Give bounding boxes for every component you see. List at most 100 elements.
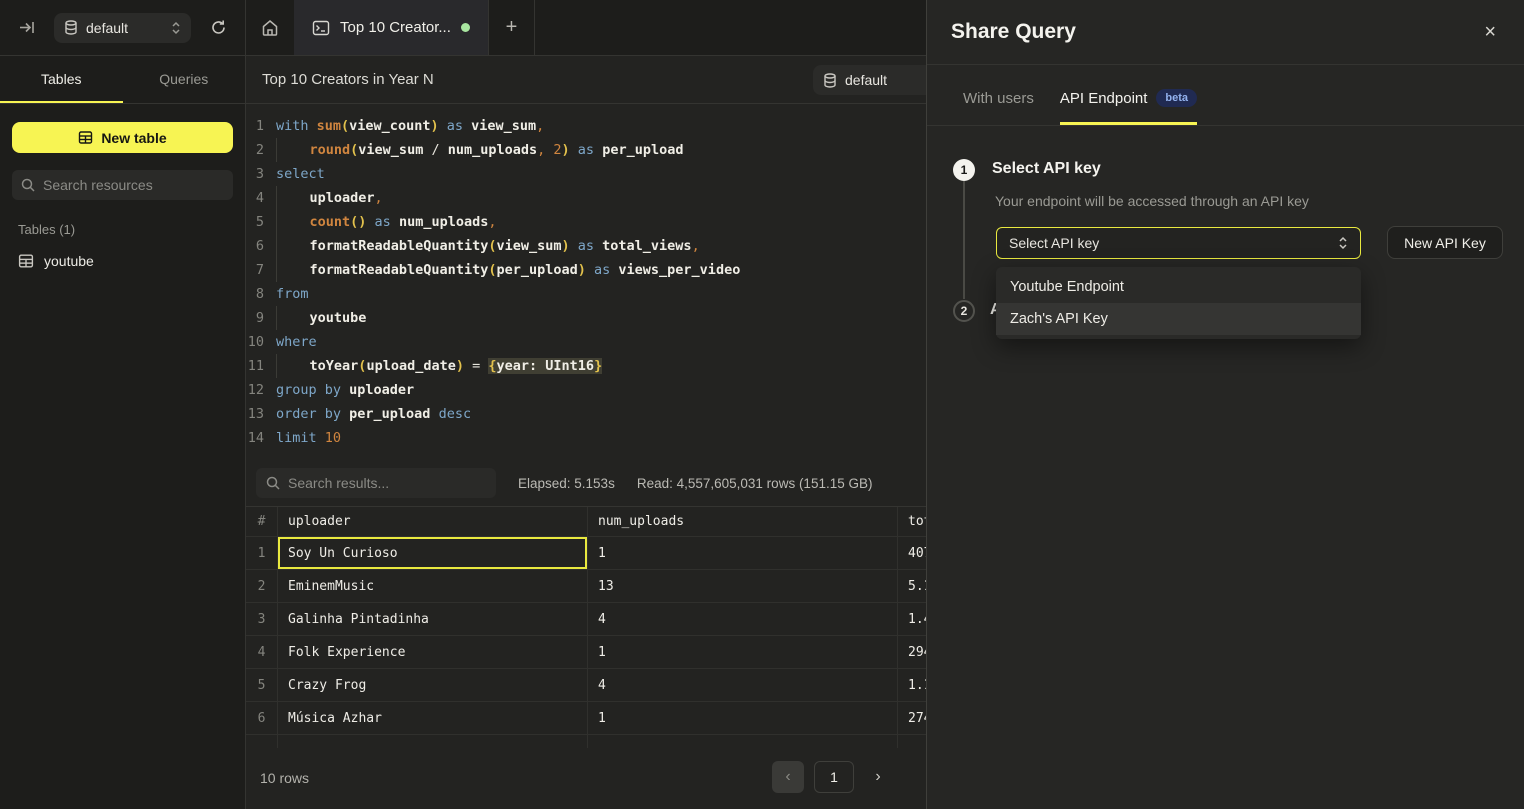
table-cell[interactable]: 4: [588, 603, 898, 635]
share-panel-header: Share Query ×: [927, 0, 1524, 65]
code-line[interactable]: 13order by per_upload desc: [246, 402, 926, 426]
code-line[interactable]: 9 youtube: [246, 306, 926, 330]
code-line[interactable]: 14limit 10: [246, 426, 926, 450]
table-cell[interactable]: 13: [588, 570, 898, 602]
table-cell[interactable]: [278, 735, 588, 748]
tab-api-endpoint-label: API Endpoint: [1060, 90, 1148, 107]
database-select[interactable]: default: [54, 13, 191, 43]
database-icon: [64, 20, 78, 35]
tab-tables[interactable]: Tables: [0, 56, 123, 103]
table-cell[interactable]: 1.1: [898, 669, 926, 701]
current-page-button[interactable]: 1: [814, 761, 854, 793]
row-number: 4: [246, 636, 278, 668]
tab-with-users[interactable]: With users: [963, 89, 1034, 125]
terminal-icon: [312, 19, 330, 37]
code-line[interactable]: 3select: [246, 162, 926, 186]
step-connector-line: [963, 181, 965, 299]
tab-api-endpoint[interactable]: API Endpoint beta: [1060, 89, 1197, 125]
column-header[interactable]: num_uploads: [588, 507, 898, 536]
table-cell[interactable]: [898, 735, 926, 748]
line-number: 9: [246, 306, 276, 330]
row-number: 1: [246, 537, 278, 569]
share-panel-tabs: With users API Endpoint beta: [927, 65, 1524, 126]
table-cell[interactable]: [588, 735, 898, 748]
table-cell[interactable]: Música Azhar: [278, 702, 588, 734]
code-line[interactable]: 2 round(view_sum / num_uploads, 2) as pe…: [246, 138, 926, 162]
collapse-sidebar-icon[interactable]: [14, 15, 40, 41]
code-line[interactable]: 11 toYear(upload_date) = {year: UInt16}: [246, 354, 926, 378]
query-tab[interactable]: Top 10 Creator...: [294, 0, 489, 55]
selected-cell[interactable]: Soy Un Curioso: [278, 537, 588, 569]
prev-page-icon[interactable]: ‹: [772, 761, 804, 793]
resource-search-input[interactable]: [43, 177, 224, 193]
table-cell[interactable]: 5.1: [898, 570, 926, 602]
api-key-select[interactable]: Select API key: [996, 227, 1361, 259]
column-header[interactable]: #: [246, 507, 278, 536]
new-table-label: New table: [101, 130, 166, 146]
table-cell[interactable]: 1: [588, 636, 898, 668]
new-table-button[interactable]: New table: [12, 122, 233, 153]
code-line[interactable]: 10where: [246, 330, 926, 354]
code-text: formatReadableQuantity(view_sum) as tota…: [276, 234, 700, 258]
table-cell[interactable]: 1: [588, 702, 898, 734]
table-header-row: #uploadernum_uploadstotal_views: [246, 507, 926, 537]
row-number: [246, 735, 278, 748]
table-cell[interactable]: Galinha Pintadinha: [278, 603, 588, 635]
results-table: #uploadernum_uploadstotal_views1Soy Un C…: [246, 506, 926, 748]
resource-search[interactable]: [12, 170, 233, 200]
line-number: 1: [246, 114, 276, 138]
editor-database-select[interactable]: default: [813, 65, 926, 95]
table-cell[interactable]: Folk Experience: [278, 636, 588, 668]
database-select-value: default: [86, 20, 128, 36]
column-header[interactable]: uploader: [278, 507, 588, 536]
api-key-option[interactable]: Zach's API Key: [996, 303, 1361, 335]
new-tab-button[interactable]: +: [489, 0, 535, 55]
editor-database-select-value: default: [845, 72, 887, 88]
code-line[interactable]: 5 count() as num_uploads,: [246, 210, 926, 234]
code-line[interactable]: 7 formatReadableQuantity(per_upload) as …: [246, 258, 926, 282]
refresh-icon[interactable]: [205, 15, 231, 41]
row-number: 3: [246, 603, 278, 635]
table-cell[interactable]: 4: [588, 669, 898, 701]
table-cell[interactable]: 294: [898, 636, 926, 668]
column-header[interactable]: total_views: [898, 507, 926, 536]
topbar-left: default: [0, 0, 246, 55]
table-item[interactable]: youtube: [12, 247, 233, 275]
tab-strip: Top 10 Creator... +: [246, 0, 535, 55]
home-icon[interactable]: [246, 0, 294, 55]
code-text: where: [276, 330, 317, 354]
results-search-input[interactable]: [288, 475, 486, 491]
table-cell[interactable]: 407: [898, 537, 926, 569]
code-line[interactable]: 12group by uploader: [246, 378, 926, 402]
code-text: select: [276, 162, 325, 186]
step-1-title: Select API key: [992, 160, 1101, 178]
table-icon: [78, 130, 93, 145]
code-line[interactable]: 6 formatReadableQuantity(view_sum) as to…: [246, 234, 926, 258]
step-2-badge: 2: [953, 300, 975, 322]
main-area: Top 10 Creators in Year N default 1with …: [246, 56, 926, 809]
table-cell[interactable]: Crazy Frog: [278, 669, 588, 701]
line-number: 6: [246, 234, 276, 258]
close-icon[interactable]: ×: [1484, 22, 1496, 42]
table-row: [246, 735, 926, 748]
code-line[interactable]: 8from: [246, 282, 926, 306]
share-query-panel: Share Query × With users API Endpoint be…: [926, 0, 1524, 809]
code-line[interactable]: 1with sum(view_count) as view_sum,: [246, 114, 926, 138]
sql-editor[interactable]: 1with sum(view_count) as view_sum,2 roun…: [246, 104, 926, 460]
line-number: 7: [246, 258, 276, 282]
table-cell[interactable]: 1.4: [898, 603, 926, 635]
api-key-option[interactable]: Youtube Endpoint: [996, 271, 1361, 303]
code-text: limit 10: [276, 426, 341, 450]
row-number: 2: [246, 570, 278, 602]
new-api-key-button[interactable]: New API Key: [1387, 226, 1503, 259]
api-key-select-value: Select API key: [1009, 235, 1099, 251]
results-search[interactable]: [256, 468, 496, 498]
table-cell[interactable]: 1: [588, 537, 898, 569]
tab-queries[interactable]: Queries: [123, 56, 246, 103]
table-icon: [18, 253, 34, 269]
table-cell[interactable]: EminemMusic: [278, 570, 588, 602]
next-page-icon[interactable]: ›: [864, 761, 892, 793]
table-cell[interactable]: 274: [898, 702, 926, 734]
code-line[interactable]: 4 uploader,: [246, 186, 926, 210]
table-row: 5Crazy Frog41.1: [246, 669, 926, 702]
